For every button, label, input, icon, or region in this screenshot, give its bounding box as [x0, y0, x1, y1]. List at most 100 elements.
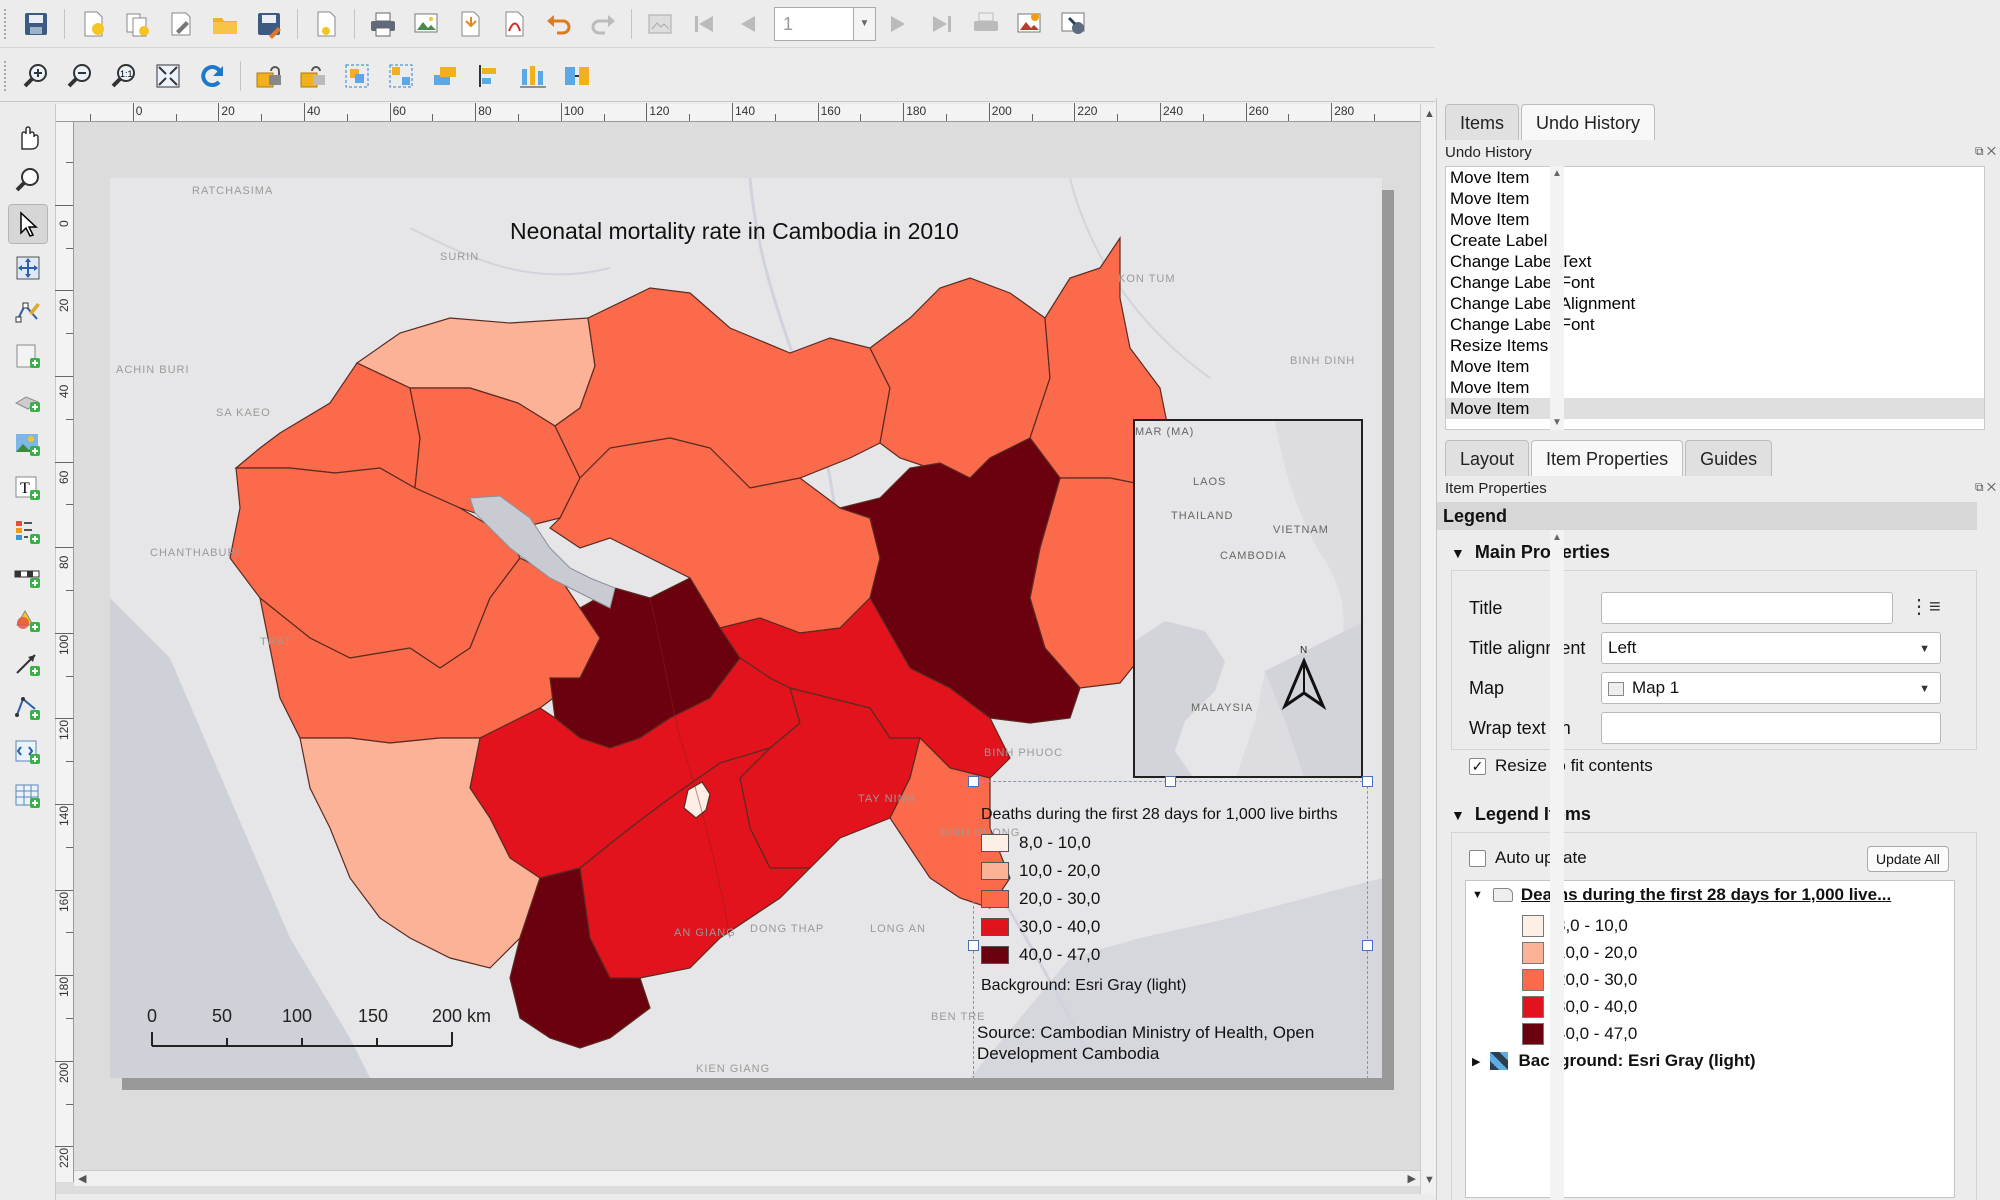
auto-update-checkbox[interactable] — [1469, 850, 1486, 867]
zoom-tool-icon[interactable] — [8, 160, 48, 200]
atlas-page-dropdown[interactable]: ▼ — [854, 6, 876, 41]
resize-handle[interactable] — [1362, 940, 1373, 951]
add-arrow-icon[interactable] — [8, 644, 48, 684]
resize-handle[interactable] — [1165, 776, 1176, 787]
tab-undo-history[interactable]: Undo History — [1521, 104, 1656, 140]
add-legend-icon[interactable] — [8, 512, 48, 552]
redo-icon[interactable] — [585, 6, 621, 42]
export-atlas-icon[interactable] — [1012, 6, 1048, 42]
refresh-icon[interactable] — [194, 58, 230, 94]
tree-class-row[interactable]: 10,0 - 20,0 — [1522, 942, 1637, 964]
export-svg-icon[interactable] — [453, 6, 489, 42]
tree-class-row[interactable]: 30,0 - 40,0 — [1522, 996, 1637, 1018]
undo-history-item[interactable]: Move Item — [1446, 377, 1984, 398]
tab-layout[interactable]: Layout — [1445, 440, 1530, 476]
dock-buttons[interactable]: ⧉ ✕ — [1975, 480, 1996, 495]
legend-item[interactable]: Deaths during the first 28 days for 1,00… — [968, 776, 1373, 1078]
resize-items-icon[interactable] — [559, 58, 595, 94]
properties-scrollbar[interactable]: ▲ — [1550, 530, 1564, 1200]
legend-tree[interactable]: ▼ Deaths during the first 28 days for 1,… — [1465, 880, 1955, 1198]
expand-caret-icon[interactable]: ▶ — [1472, 1055, 1480, 1068]
vertical-scrollbar[interactable]: ▲ ▼ — [1420, 104, 1436, 1194]
undo-history-item[interactable]: Move Item — [1446, 398, 1984, 419]
undo-history-item[interactable]: Change Label Text — [1446, 251, 1984, 272]
resize-handle[interactable] — [968, 940, 979, 951]
undo-history-item[interactable]: Move Item — [1446, 188, 1984, 209]
distribute-items-icon[interactable] — [515, 58, 551, 94]
toolbar-grip[interactable] — [4, 60, 10, 91]
add-picture-icon[interactable] — [8, 424, 48, 464]
main-properties-header[interactable]: ▼ Main Properties — [1451, 542, 1610, 563]
atlas-settings-icon[interactable] — [1056, 6, 1092, 42]
wrap-text-input[interactable] — [1601, 712, 1941, 744]
undo-scrollbar[interactable]: ▲ ▼ — [1550, 166, 1564, 430]
undo-history-item[interactable]: Resize Items — [1446, 335, 1984, 356]
add-map-icon[interactable] — [8, 336, 48, 376]
zoom-out-icon[interactable] — [62, 58, 98, 94]
vertical-ruler[interactable]: 0 20 40 60 80 100 120 140 160 180 200 220 — [55, 122, 74, 1182]
tree-class-row[interactable]: 20,0 - 30,0 — [1522, 969, 1637, 991]
new-report-icon[interactable] — [308, 6, 344, 42]
undo-history-item[interactable]: Move Item — [1446, 167, 1984, 188]
open-template-icon[interactable] — [207, 6, 243, 42]
map-select[interactable]: Map 1 ▼ — [1601, 672, 1941, 704]
resize-to-fit-checkbox[interactable]: ✓ — [1469, 758, 1486, 775]
zoom-full-icon[interactable] — [150, 58, 186, 94]
save-layout-icon[interactable] — [18, 6, 54, 42]
new-layout-icon[interactable] — [75, 6, 111, 42]
overview-map[interactable]: MAR (MA) LAOS THAILAND VIETNAM CAMBODIA … — [1133, 419, 1363, 778]
select-move-icon[interactable] — [8, 204, 48, 244]
legend-items-header[interactable]: ▼ Legend Items — [1451, 804, 1591, 825]
undo-history-item[interactable]: Change Label Font — [1446, 314, 1984, 335]
layout-page[interactable]: RATCHASIMA SURIN ACHIN BURI SA KAEO CHAN… — [110, 178, 1382, 1078]
undo-history-item[interactable]: Move Item — [1446, 209, 1984, 230]
tree-class-row[interactable]: 8,0 - 10,0 — [1522, 915, 1628, 937]
title-input[interactable] — [1601, 592, 1893, 624]
export-image-icon[interactable] — [409, 6, 445, 42]
add-scalebar-icon[interactable] — [8, 556, 48, 596]
add-3d-map-icon[interactable] — [8, 380, 48, 420]
undo-history-item[interactable]: Change Label Font — [1446, 272, 1984, 293]
undo-history-list[interactable]: Move Item Move Item Move Item Create Label C… — [1445, 166, 1985, 430]
first-feature-icon[interactable] — [686, 6, 722, 42]
zoom-in-icon[interactable] — [18, 58, 54, 94]
last-feature-icon[interactable] — [924, 6, 960, 42]
add-shape-icon[interactable] — [8, 600, 48, 640]
print-atlas-icon[interactable] — [968, 6, 1004, 42]
move-content-icon[interactable] — [8, 248, 48, 288]
update-all-button[interactable]: Update All — [1867, 846, 1949, 872]
tab-items[interactable]: Items — [1445, 104, 1520, 140]
add-node-item-icon[interactable] — [8, 688, 48, 728]
tree-layer-row[interactable]: ▼ Deaths during the first 28 days for 1,… — [1472, 885, 1891, 905]
atlas-page-input[interactable]: 1 — [774, 6, 854, 41]
edit-nodes-icon[interactable] — [8, 292, 48, 332]
duplicate-layout-icon[interactable] — [119, 6, 155, 42]
add-html-icon[interactable] — [8, 732, 48, 772]
pan-layout-icon[interactable] — [8, 118, 48, 158]
undo-history-item[interactable]: Create Label — [1446, 230, 1984, 251]
atlas-preview-icon[interactable] — [642, 6, 678, 42]
export-pdf-icon[interactable] — [497, 6, 533, 42]
add-table-icon[interactable] — [8, 776, 48, 816]
expression-button-icon[interactable]: ⋮≡ — [1909, 594, 1945, 622]
zoom-actual-icon[interactable]: 1:1 — [106, 58, 142, 94]
undo-history-item[interactable]: Move Item — [1446, 356, 1984, 377]
resize-handle[interactable] — [968, 776, 979, 787]
save-template-icon[interactable] — [251, 6, 287, 42]
dock-buttons[interactable]: ⧉ ✕ — [1975, 144, 1996, 159]
horizontal-ruler[interactable]: 0 20 40 60 80 100 120 140 160 180 200 220 240 260 280 — [56, 103, 1420, 122]
next-feature-icon[interactable] — [880, 6, 916, 42]
undo-icon[interactable] — [541, 6, 577, 42]
previous-feature-icon[interactable] — [730, 6, 766, 42]
align-items-icon[interactable] — [471, 58, 507, 94]
horizontal-scrollbar[interactable]: ◀ ▶ — [74, 1170, 1420, 1186]
tree-background-row[interactable]: ▶ Background: Esri Gray (light) — [1472, 1051, 1756, 1071]
tab-item-properties[interactable]: Item Properties — [1531, 440, 1684, 476]
lock-items-icon[interactable] — [251, 58, 287, 94]
tab-guides[interactable]: Guides — [1685, 440, 1773, 476]
expand-caret-icon[interactable]: ▼ — [1472, 889, 1483, 901]
raise-items-icon[interactable] — [427, 58, 463, 94]
tree-class-row[interactable]: 40,0 - 47,0 — [1522, 1023, 1637, 1045]
resize-handle[interactable] — [1362, 776, 1373, 787]
group-items-icon[interactable] — [339, 58, 375, 94]
